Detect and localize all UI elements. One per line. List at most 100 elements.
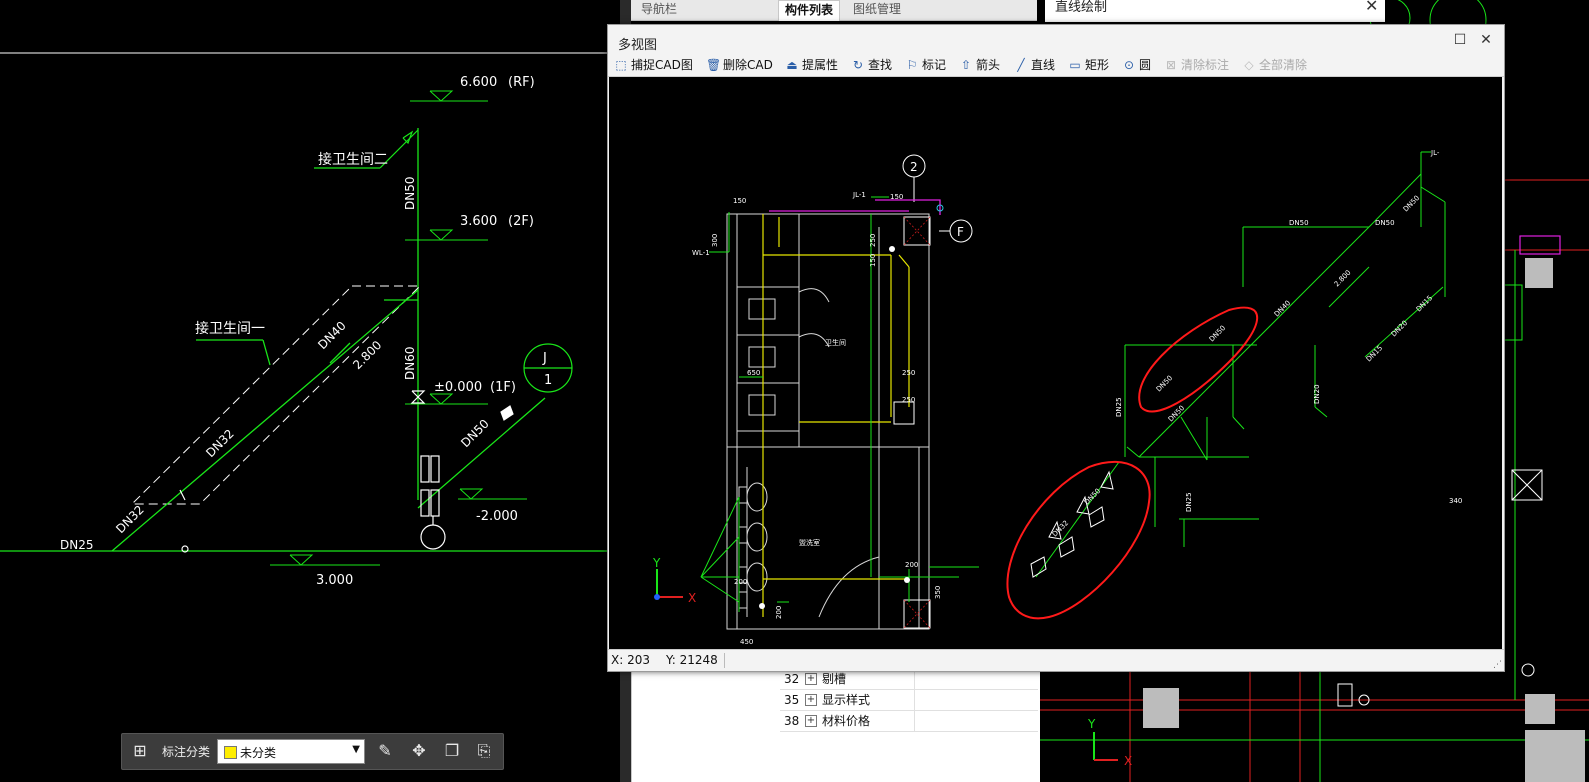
- tab-navigation[interactable]: 导航栏: [635, 0, 683, 20]
- annotation-category-select[interactable]: 未分类 ▼: [217, 739, 365, 764]
- pipe-size-dn32a: DN32: [203, 427, 237, 461]
- component-tabs: 导航栏 构件列表 图纸管理: [631, 0, 1037, 21]
- iso-size: DN20: [1390, 319, 1409, 338]
- annotation-toolbar: ⊞ 标注分类 未分类 ▼ ✎ ✥ ❐ ⎘: [121, 733, 504, 770]
- elev-basement: -2.000: [476, 509, 518, 524]
- close-icon[interactable]: ✕: [1478, 32, 1494, 48]
- delete-cad-button[interactable]: 🗑 删除CAD: [706, 56, 773, 74]
- multiview-statusbar: X: 203 Y: 21248 ⋰: [608, 649, 1504, 671]
- find-icon: ↻: [852, 58, 864, 72]
- circle-icon: ⊙: [1123, 58, 1135, 72]
- eraser-icon: ◇: [1244, 58, 1254, 72]
- label-bath-1: 接卫生间一: [195, 320, 265, 337]
- dim-text: 200: [734, 578, 747, 586]
- move-icon[interactable]: ✥: [409, 741, 429, 761]
- annotation-category-label: 标注分类: [162, 745, 211, 759]
- dim-text: 200: [905, 561, 918, 569]
- capture-cad-button[interactable]: ⬚ 捕捉CAD图: [614, 56, 693, 74]
- copy-icon[interactable]: ❐: [442, 741, 462, 761]
- maximize-icon[interactable]: ☐: [1452, 32, 1468, 48]
- clear-annotation-icon: ⊠: [1165, 58, 1177, 72]
- room-label: 盥洗室: [799, 538, 820, 547]
- pipe-size-dn60: DN60: [403, 347, 417, 381]
- multiview-titlebar[interactable]: 多视图 ☐ ✕: [608, 25, 1504, 53]
- multiview-canvas[interactable]: 2 F 150 150 300 250 150 650 250 250 200 …: [609, 77, 1502, 649]
- iso-size: DN25: [1185, 492, 1193, 512]
- iso-size: DN50: [1402, 194, 1421, 213]
- dim-text: 250: [902, 396, 915, 404]
- dim-text: 250: [869, 234, 877, 247]
- close-icon[interactable]: ✕: [1365, 0, 1378, 14]
- tab-component-list[interactable]: 构件列表: [778, 0, 841, 21]
- multiview-drawing[interactable]: 2 F 150 150 300 250 150 650 250 250 200 …: [609, 77, 1502, 649]
- extract-property-button[interactable]: ⏏ 提属性: [785, 56, 838, 74]
- iso-size: DN40: [1273, 299, 1292, 318]
- pipe-size-dn32b: DN32: [113, 503, 147, 537]
- ucs-y: Y: [652, 556, 661, 570]
- clear-annotation-button[interactable]: ⊠ 清除标注: [1164, 56, 1229, 74]
- riser-label: JL-1: [852, 191, 866, 199]
- iso-size: DN50: [1208, 324, 1227, 343]
- rectangle-button[interactable]: ▭ 矩形: [1068, 56, 1109, 74]
- dim-text: 350: [934, 586, 942, 599]
- resize-grip-icon[interactable]: ⋰: [1493, 660, 1502, 670]
- room-label: 卫生间: [825, 338, 846, 347]
- label-bath-2: 接卫生间二: [318, 151, 388, 168]
- extract-property-icon: ⏏: [786, 58, 798, 72]
- dim-text: 200: [775, 606, 783, 619]
- component-list-panel: 32 + 剔槽 35 + 显示样式 38 + 材料价格: [631, 669, 1040, 782]
- clear-all-button[interactable]: ◇ 全部清除: [1242, 56, 1307, 74]
- expand-icon[interactable]: +: [805, 673, 817, 685]
- iso-size: DN50: [1289, 219, 1309, 227]
- iso-size: DN25: [1115, 397, 1123, 417]
- iso-size: DN20: [1313, 384, 1321, 404]
- paste-icon[interactable]: ⎘: [474, 741, 494, 761]
- iso-note: 340: [1449, 497, 1462, 505]
- category-selected-value: 未分类: [240, 746, 277, 760]
- find-button[interactable]: ↻ 查找: [851, 56, 892, 74]
- iso-size: DN15: [1415, 294, 1434, 313]
- elev-rf-tag: (RF): [508, 75, 535, 90]
- category-color-swatch: [224, 746, 237, 759]
- tab-drawing-management[interactable]: 图纸管理: [847, 0, 907, 20]
- dim-text: 250: [902, 369, 915, 377]
- list-item[interactable]: 32 + 剔槽: [780, 669, 1038, 690]
- line-icon: ╱: [1017, 58, 1025, 72]
- iso-riser: JL-: [1430, 149, 1440, 157]
- multiview-window: 多视图 ☐ ✕ ⬚ 捕捉CAD图 🗑 删除CAD ⏏ 提属性 ↻ 查找 ⚐ 标记 ⇧ 箭头 …: [607, 24, 1505, 672]
- axis-2: 2: [910, 160, 918, 174]
- elev-2f-tag: (2F): [508, 214, 534, 229]
- dim-text: 300: [711, 234, 719, 247]
- list-item[interactable]: 35 + 显示样式: [780, 690, 1038, 711]
- pipe-size-dn50: DN50: [403, 177, 417, 211]
- elev-1f: ±0.000: [434, 380, 482, 395]
- trash-icon: 🗑: [706, 58, 722, 72]
- elev-1f-tag: (1F): [490, 380, 516, 395]
- status-divider: [724, 653, 725, 668]
- capture-cad-icon: ⬚: [615, 58, 627, 72]
- line-button[interactable]: ╱ 直线: [1014, 56, 1055, 74]
- dim-text: 150: [733, 197, 746, 205]
- ucs-x: X: [688, 591, 696, 605]
- expand-icon[interactable]: +: [805, 694, 817, 706]
- iso-slope: 2.800: [1333, 269, 1353, 289]
- axis-f: F: [957, 225, 964, 239]
- axis-letter: J: [542, 351, 547, 366]
- arrow-button[interactable]: ⇧ 箭头: [959, 56, 1000, 74]
- chevron-down-icon[interactable]: ▼: [352, 744, 360, 755]
- elev-ground: 3.000: [316, 573, 353, 588]
- rectangle-icon: ▭: [1069, 58, 1081, 72]
- iso-size: DN50: [1083, 487, 1102, 506]
- circle-button[interactable]: ⊙ 圆: [1122, 56, 1151, 74]
- status-y: Y: 21248: [666, 653, 718, 667]
- iso-size: DN50: [1375, 219, 1395, 227]
- arrow-icon: ⇧: [960, 58, 972, 72]
- grid-menu-icon[interactable]: ⊞: [130, 741, 150, 761]
- edit-icon[interactable]: ✎: [375, 741, 395, 761]
- riser-label: WL-1: [692, 249, 710, 257]
- list-item[interactable]: 38 + 材料价格: [780, 711, 1038, 732]
- mark-button[interactable]: ⚐ 标记: [905, 56, 946, 74]
- expand-icon[interactable]: +: [805, 715, 817, 727]
- pipe-size-dn25: DN25: [60, 538, 94, 552]
- status-x: X: 203: [611, 653, 650, 667]
